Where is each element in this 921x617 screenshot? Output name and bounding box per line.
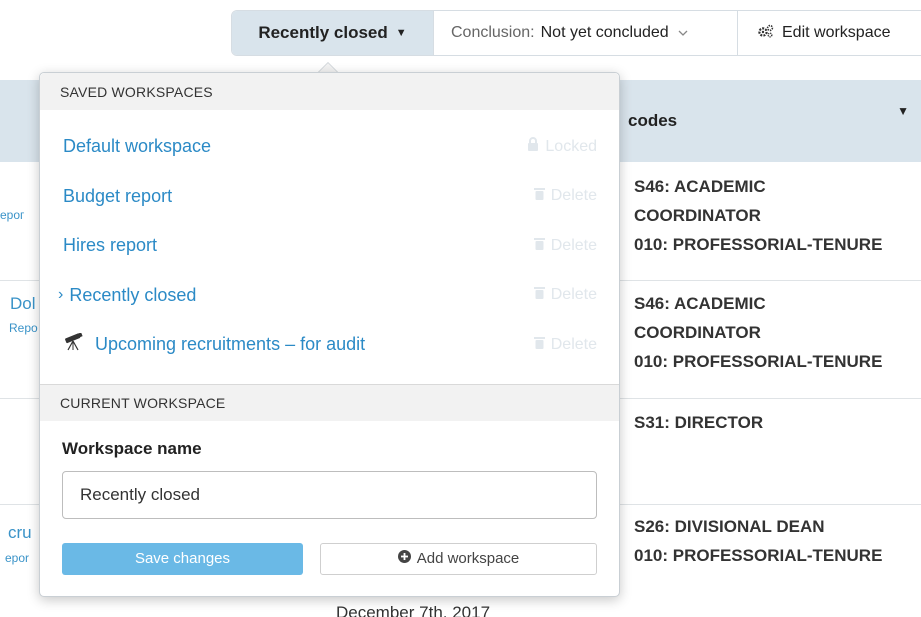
workspace-action-label: Delete <box>550 236 597 254</box>
codes-column-header[interactable]: codes <box>628 111 677 131</box>
save-changes-button[interactable]: Save changes <box>62 542 303 575</box>
chevron-down-icon <box>678 26 688 40</box>
workspace-locked-indicator: Locked <box>527 137 597 156</box>
delete-workspace-button[interactable]: Delete <box>533 187 597 205</box>
gears-icon <box>757 24 774 43</box>
workspace-link[interactable]: Default workspace <box>63 136 211 157</box>
trash-icon <box>533 187 545 205</box>
trash-icon <box>533 286 545 304</box>
code-line: COORDINATOR <box>634 323 761 342</box>
row-link-fragment[interactable]: Repo <box>9 321 38 335</box>
list-item: Default workspace Locked <box>40 122 619 172</box>
edit-workspace-label: Edit workspace <box>782 24 891 41</box>
telescope-icon <box>63 332 89 356</box>
workspace-action-label: Delete <box>550 286 597 304</box>
add-workspace-button[interactable]: Add workspace <box>320 542 597 575</box>
workspace-name: Upcoming recruitments – for audit <box>95 334 366 355</box>
current-workspace-header: CURRENT WORKSPACE <box>40 383 619 421</box>
delete-workspace-button[interactable]: Delete <box>533 236 597 255</box>
conclusion-filter-value: Not yet concluded <box>540 24 669 41</box>
lock-icon <box>527 137 539 156</box>
code-line: S46: ACADEMIC <box>634 294 766 313</box>
saved-workspaces-list: Default workspace Locked Budget report D… <box>40 110 619 384</box>
code-line: 010: PROFESSORIAL-TENURE <box>634 546 883 565</box>
workspace-link[interactable]: Hires report <box>63 235 157 256</box>
workspace-link[interactable]: Budget report <box>63 186 172 207</box>
row-link-fragment[interactable]: cru <box>8 523 32 543</box>
workspace-name: Hires report <box>63 235 158 256</box>
workspace-link[interactable]: Upcoming recruitments – for audit <box>63 332 366 356</box>
code-line: S26: DIVISIONAL DEAN <box>634 517 825 536</box>
workspace-name: Default workspace <box>63 136 212 157</box>
caret-down-icon: ▼ <box>395 27 407 39</box>
list-item: Hires report Delete <box>40 221 619 271</box>
table-row: S26: DIVISIONAL DEAN 010: PROFESSORIAL-T… <box>634 512 882 570</box>
workspace-name: Budget report <box>63 185 173 206</box>
conclusion-filter-label: Conclusion: <box>451 24 535 41</box>
form-actions: Save changes Add workspace <box>62 542 597 575</box>
table-row: S46: ACADEMIC COORDINATOR 010: PROFESSOR… <box>634 172 882 259</box>
current-indicator-icon: › <box>58 286 64 304</box>
delete-workspace-button[interactable]: Delete <box>533 286 597 304</box>
code-line: S46: ACADEMIC <box>634 177 766 196</box>
workspace-toolbar: Recently closed ▼ Conclusion: Not yet co… <box>231 10 921 56</box>
workspace-action-label: Delete <box>550 187 597 205</box>
code-line: 010: PROFESSORIAL-TENURE <box>634 235 883 254</box>
saved-workspaces-header: SAVED WORKSPACES <box>40 73 619 110</box>
workspace-name-input[interactable] <box>62 470 597 519</box>
plus-circle-icon <box>397 550 411 567</box>
workspace-name: Recently closed <box>69 284 197 305</box>
delete-workspace-button[interactable]: Delete <box>533 335 597 354</box>
workspace-selector-button[interactable]: Recently closed ▼ <box>232 11 433 55</box>
row-link-fragment[interactable]: Dol <box>10 294 36 314</box>
current-workspace-form: Workspace name Save changes Add workspac… <box>40 421 619 575</box>
list-item: › Recently closed Delete <box>40 271 619 321</box>
row-link-fragment[interactable]: ерог <box>0 208 24 222</box>
edit-workspace-button[interactable]: Edit workspace <box>737 11 921 55</box>
workspace-selector-label: Recently closed <box>258 23 388 42</box>
trash-icon <box>533 237 545 255</box>
workspace-action-label: Locked <box>545 137 597 155</box>
code-line: S31: DIRECTOR <box>634 413 764 432</box>
code-line: COORDINATOR <box>634 206 761 225</box>
add-workspace-label: Add workspace <box>416 550 520 567</box>
workspace-link[interactable]: › Recently closed <box>58 285 196 306</box>
table-row: S31: DIRECTOR <box>634 408 763 437</box>
sort-caret-icon[interactable]: ▼ <box>897 104 909 118</box>
workspace-action-label: Delete <box>550 335 597 353</box>
row-link-fragment[interactable]: еpor <box>5 551 29 565</box>
table-row: S46: ACADEMIC COORDINATOR 010: PROFESSOR… <box>634 289 882 376</box>
workspace-dropdown: SAVED WORKSPACES Default workspace Locke… <box>39 72 620 597</box>
list-item: Upcoming recruitments – for audit Delete <box>40 320 619 370</box>
list-item: Budget report Delete <box>40 172 619 222</box>
trash-icon <box>533 336 545 354</box>
date-cell: December 7th, 2017 <box>336 603 491 617</box>
workspace-name-label: Workspace name <box>62 438 202 458</box>
code-line: 010: PROFESSORIAL-TENURE <box>634 352 883 371</box>
conclusion-filter-dropdown[interactable]: Conclusion: Not yet concluded <box>433 11 737 55</box>
